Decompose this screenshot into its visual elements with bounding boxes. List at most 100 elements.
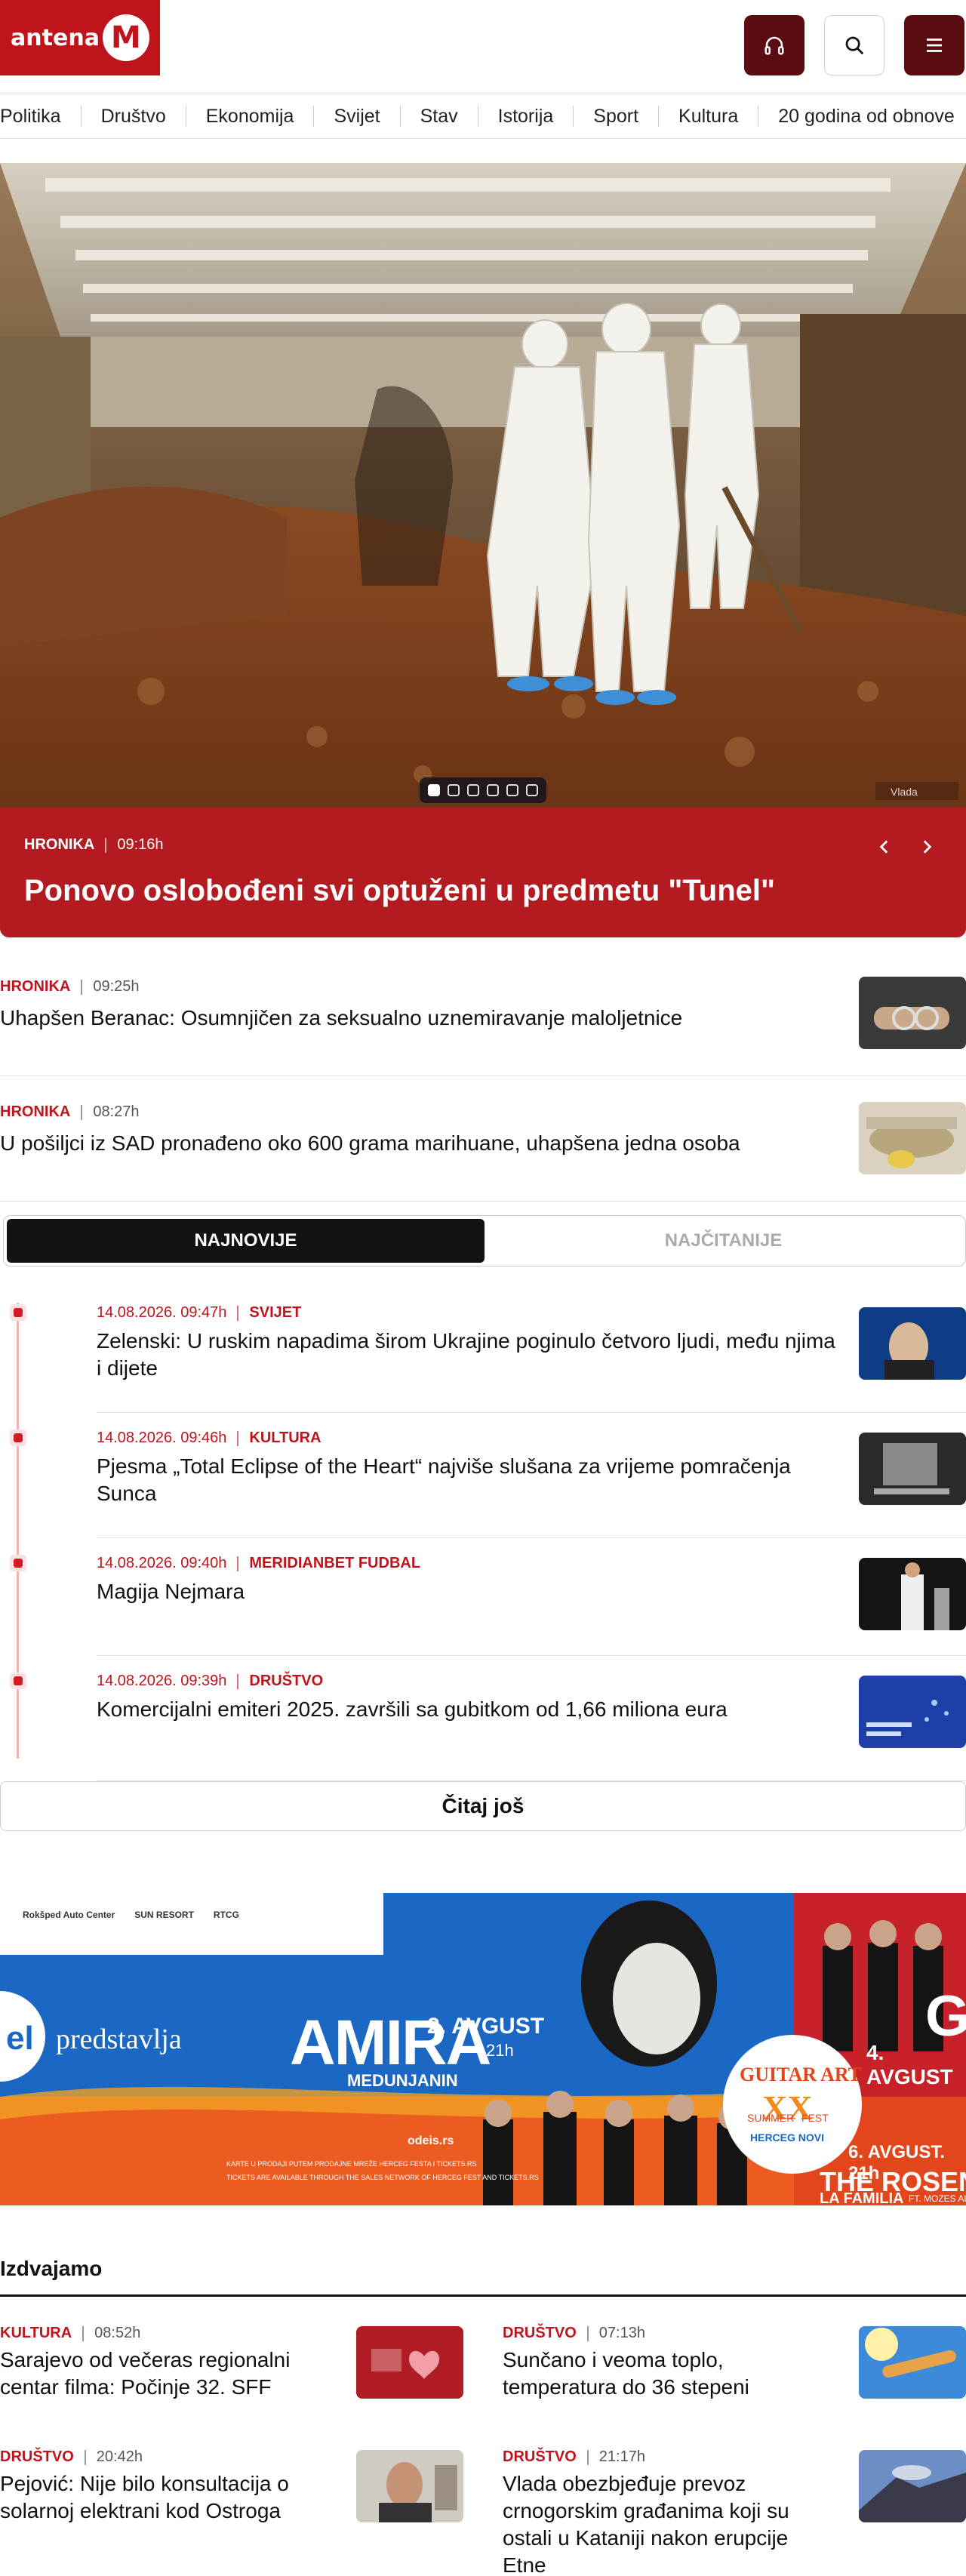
featured-item[interactable]: DRUŠTVO 07:13h Sunčano i veoma toplo, temp…: [503, 2325, 966, 2401]
article-category[interactable]: SVIJET: [249, 1304, 301, 1322]
slider-dot[interactable]: [428, 784, 440, 796]
section-title: Izdvajamo: [0, 2257, 103, 2280]
latest-item[interactable]: 14.08.2026. 09:40h MERIDIANBET FUDBAL Magi…: [97, 1538, 966, 1656]
lead-article[interactable]: HRONIKA 09:25h Uhapšen Beranac: Osumnjič…: [0, 956, 966, 1076]
chevron-right-icon: [923, 840, 932, 854]
latest-item[interactable]: 14.08.2026. 09:39h DRUŠTVO Komercijalni em…: [97, 1656, 966, 1781]
article-thumbnail[interactable]: [859, 977, 966, 1049]
slider-dot[interactable]: [526, 784, 538, 796]
sponsor-logo: Rokšped Auto Center: [23, 1910, 115, 1920]
hero-watermark: Vlada: [891, 786, 918, 798]
article-thumbnail[interactable]: [356, 2326, 463, 2399]
featured-item[interactable]: KULTURA 08:52h Sarajevo od večeras regiona…: [0, 2325, 463, 2401]
chevron-left-icon: [879, 840, 888, 854]
article-time: 08:52h: [94, 2325, 141, 2341]
slider-dot[interactable]: [467, 784, 479, 796]
banner-right-date: 4. AVGUST: [866, 2041, 953, 2088]
article-time: 08:27h: [93, 1103, 140, 1120]
article-thumbnail[interactable]: [859, 1433, 966, 1505]
nav-item[interactable]: Svijet: [314, 106, 401, 127]
slider-dot[interactable]: [506, 784, 518, 796]
banner-amira-date: 2. AVGUST: [427, 2014, 545, 2039]
article-title[interactable]: Magija Nejmara: [97, 1578, 844, 1605]
nav-item[interactable]: Istorija: [478, 106, 574, 127]
article-time: 20:42h: [96, 2448, 143, 2465]
tab-most-read[interactable]: NAJČITANIJE: [485, 1219, 962, 1263]
article-category[interactable]: DRUŠTVO: [0, 2448, 74, 2466]
slider-next-button[interactable]: [912, 832, 942, 862]
article-thumbnail[interactable]: [356, 2450, 463, 2522]
latest-item[interactable]: 14.08.2026. 09:46h KULTURA Pjesma „Total E…: [97, 1413, 966, 1538]
article-title[interactable]: Komercijalni emiteri 2025. završili sa g…: [97, 1696, 844, 1723]
menu-button[interactable]: [904, 15, 964, 75]
hero-caption[interactable]: HRONIKA 09:16h Ponovo oslobođeni svi opt…: [0, 808, 966, 937]
article-thumbnail[interactable]: [859, 1676, 966, 1748]
article-category[interactable]: KULTURA: [249, 1430, 321, 1447]
article-title[interactable]: Zelenski: U ruskim napadima širom Ukraji…: [97, 1328, 844, 1382]
article-category[interactable]: KULTURA: [0, 2325, 72, 2342]
article-category[interactable]: HRONIKA: [0, 978, 70, 996]
slider-prev-button[interactable]: [869, 832, 900, 862]
article-meta: 14.08.2026. 09:39h DRUŠTVO: [97, 1673, 966, 1690]
article-title[interactable]: U pošiljci iz SAD pronađeno oko 600 gram…: [0, 1130, 966, 1157]
sponsor-logo: SUN RESORT: [134, 1910, 194, 1920]
article-thumbnail[interactable]: [859, 2450, 966, 2522]
headphones-icon: [764, 36, 784, 55]
article-meta: HRONIKA 08:27h: [0, 1103, 966, 1121]
banner-amira-sub: MEDUNJANIN: [347, 2071, 458, 2090]
tab-latest[interactable]: NAJNOVIJE: [7, 1219, 485, 1263]
slider-dot[interactable]: [448, 784, 460, 796]
article-thumbnail[interactable]: [859, 1102, 966, 1174]
nav-item[interactable]: Stav: [401, 106, 478, 127]
article-thumbnail[interactable]: [859, 1307, 966, 1380]
article-category[interactable]: DRUŠTVO: [249, 1673, 323, 1690]
banner-rosen-sub: LA FAMILIA: [820, 2190, 904, 2205]
article-title[interactable]: Pjesma „Total Eclipse of the Heart“ najv…: [97, 1453, 844, 1507]
nav-item[interactable]: Kultura: [659, 106, 759, 127]
read-more-button[interactable]: Čitaj još: [0, 1781, 966, 1831]
article-category[interactable]: MERIDIANBET FUDBAL: [249, 1555, 420, 1572]
sponsor-logo: RTCG: [213, 1910, 239, 1920]
lead-article[interactable]: HRONIKA 08:27h U pošiljci iz SAD pronađe…: [0, 1076, 966, 1202]
nav-item[interactable]: Sport: [574, 106, 660, 127]
hero-category[interactable]: HRONIKA: [24, 836, 94, 854]
article-title[interactable]: Sunčano i veoma toplo, temperatura do 36…: [503, 2347, 835, 2401]
article-thumbnail[interactable]: [859, 2326, 966, 2399]
article-time: 07:13h: [598, 2325, 645, 2341]
site-logo[interactable]: antena M: [0, 0, 160, 75]
nav-item[interactable]: Društvo: [82, 106, 186, 127]
banner-ticket-line2: TICKETS ARE AVAILABLE THROUGH THE SALES …: [226, 2174, 539, 2181]
banner-rosen-ft: FT. MOZES AL: [909, 2193, 966, 2204]
article-category[interactable]: HRONIKA: [0, 1103, 70, 1121]
featured-item[interactable]: DRUŠTVO 20:42h Pejović: Nije bilo konsulta…: [0, 2448, 463, 2525]
ad-banner[interactable]: Rokšped Auto Center SUN RESORT RTCG el pre…: [0, 1893, 966, 2205]
article-time: 09:25h: [93, 978, 140, 995]
hero-image: Vlada: [0, 163, 966, 808]
featured-item[interactable]: DRUŠTVO 21:17h Vlada obezbjeđuje prevoz cr…: [503, 2448, 966, 2576]
article-meta: 14.08.2026. 09:46h KULTURA: [97, 1430, 966, 1447]
nav-item[interactable]: Politika: [0, 106, 82, 127]
article-title[interactable]: Vlada obezbjeđuje prevoz crnogorskim gra…: [503, 2470, 835, 2576]
article-category[interactable]: DRUŠTVO: [503, 2325, 577, 2342]
article-title[interactable]: Uhapšen Beranac: Osumnjičen za seksualno…: [0, 1005, 966, 1032]
banner-ticket-line1: KARTE U PRODAJI PUTEM PRODAJNE MREŽE HER…: [226, 2160, 477, 2168]
slider-dot[interactable]: [487, 784, 499, 796]
section-divider: [0, 2294, 966, 2297]
banner-guitar-sub2: FEST: [801, 2112, 829, 2124]
article-thumbnail[interactable]: [859, 1558, 966, 1630]
search-button[interactable]: [824, 15, 884, 75]
hero-time: 09:16h: [117, 836, 164, 853]
nav-item[interactable]: 20 godina od obnove: [758, 106, 966, 127]
slider-dots[interactable]: [420, 777, 546, 803]
article-meta: HRONIKA 09:25h: [0, 978, 966, 996]
radio-button[interactable]: [744, 15, 804, 75]
hero-title[interactable]: Ponovo oslobođeni svi optuženi u predmet…: [24, 873, 775, 909]
article-title[interactable]: Sarajevo od večeras regionalni centar fi…: [0, 2347, 332, 2401]
nav-item[interactable]: Ekonomija: [186, 106, 315, 127]
article-title[interactable]: Pejović: Nije bilo konsultacija o solarn…: [0, 2470, 332, 2525]
banner-amira-time: 21h: [486, 2041, 514, 2060]
logo-text: antena: [11, 24, 100, 51]
article-category[interactable]: DRUŠTVO: [503, 2448, 577, 2466]
latest-item[interactable]: 14.08.2026. 09:47h SVIJET Zelenski: U rusk…: [97, 1288, 966, 1413]
article-meta: 14.08.2026. 09:40h MERIDIANBET FUDBAL: [97, 1555, 966, 1572]
